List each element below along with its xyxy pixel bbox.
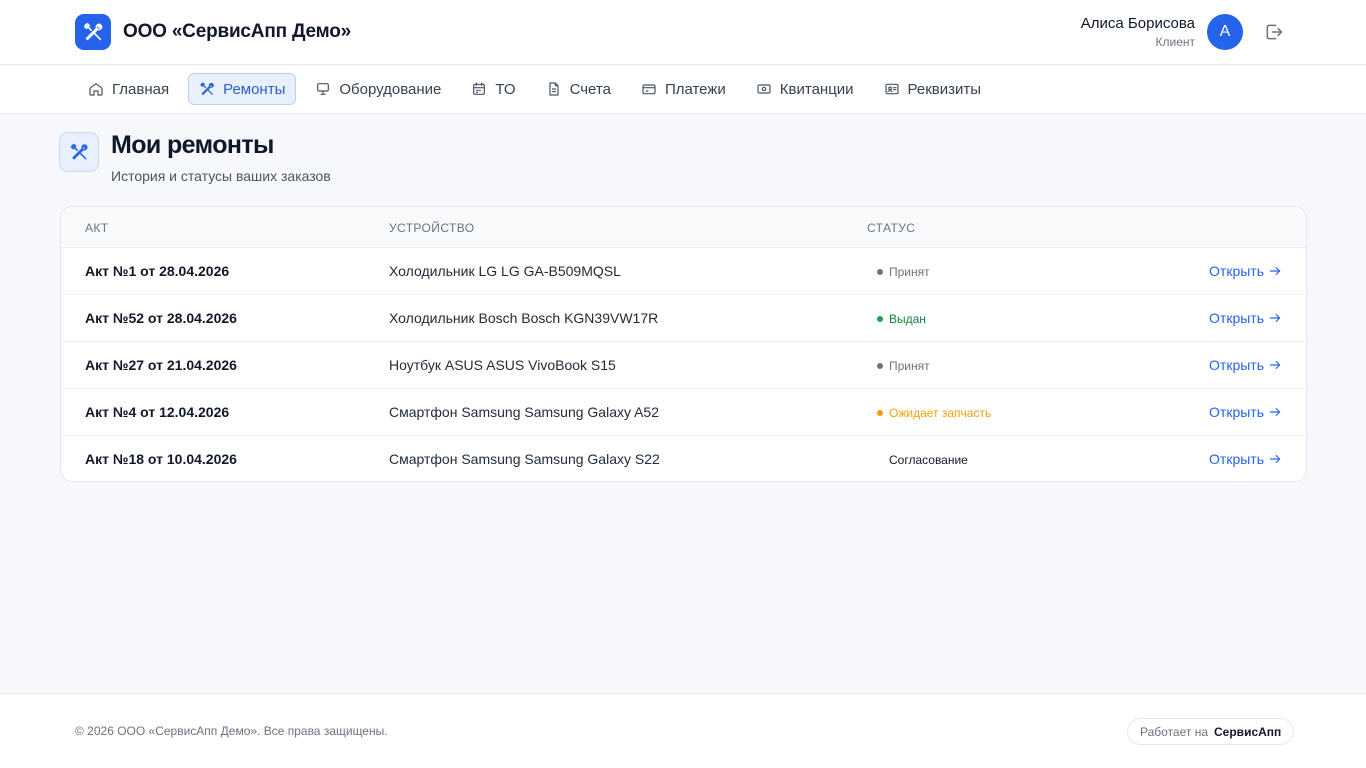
page-title: Мои ремонты [111,131,274,159]
table-row: Акт №52 от 28.04.2026 Холодильник Bosch B… [61,294,1306,341]
device-cell: Смартфон Samsung Samsung Galaxy S22 [389,451,660,467]
open-label: Открыть [1209,263,1264,279]
footer: © 2026 ООО «СервисАпп Демо». Все права з… [0,693,1366,768]
nav-item-maintenance[interactable]: ТО [460,73,526,105]
powered-label: Работает на [1140,724,1209,739]
credit-card-icon [642,84,656,95]
device-cell: Смартфон Samsung Samsung Galaxy A52 [389,404,660,420]
wrench-icon [59,132,99,172]
nav-item-label: Платежи [664,80,726,98]
column-header-device: УСТРОЙСТВО [389,221,475,235]
table-header: АКТ УСТРОЙСТВО СТАТУС [61,207,1306,247]
status-badge: Ожидает запчасть [877,406,991,420]
receipt-icon [757,84,771,94]
open-link[interactable]: Открыть [1209,404,1282,420]
nav-item-label: ТО [495,80,516,98]
status-dot [877,269,883,275]
arrow-right-icon [1269,360,1281,370]
column-header-act: АКТ [85,221,109,235]
status-dot [877,410,883,416]
device-cell: Холодильник Bosch Bosch KGN39VW17R [389,310,659,326]
page-subtitle: История и статусы ваших заказов [111,168,331,184]
top-header: ООО «СервисАпп Демо» Алиса Борисова Клие… [0,0,1366,65]
nav-item-label: Реквизиты [907,80,982,98]
nav-item-payments[interactable]: Платежи [630,73,737,105]
open-label: Открыть [1209,404,1264,420]
status-badge: Принят [877,359,930,373]
act-cell: Акт №4 от 12.04.2026 [85,404,230,420]
status-label: Принят [889,265,930,279]
nav-item-receipts[interactable]: Квитанции [745,73,865,105]
wrench-icon [200,82,214,95]
main-nav: Главная Ремонты Оборудование ТО Счета Пл… [0,65,1366,114]
status-label: Согласование [889,453,968,467]
user-role: Клиент [1155,35,1196,49]
open-link[interactable]: Открыть [1209,310,1282,326]
monitor-icon [317,83,330,95]
device-cell: Холодильник LG LG GA-B509MQSL [389,263,621,279]
open-link[interactable]: Открыть [1209,263,1282,279]
nav-item-home[interactable]: Главная [77,73,180,105]
nav-item-label: Квитанции [779,80,854,98]
avatar[interactable]: А [1207,14,1243,50]
open-link[interactable]: Открыть [1209,357,1282,373]
copyright: © 2026 ООО «СервисАпп Демо». Все права з… [75,724,388,738]
user-name: Алиса Борисова [1080,15,1195,32]
status-label: Выдан [889,312,926,326]
table-row: Акт №4 от 12.04.2026 Смартфон Samsung Sam… [61,388,1306,435]
column-header-status: СТАТУС [867,221,916,235]
arrow-right-icon [1269,407,1281,417]
document-icon [548,82,559,96]
open-label: Открыть [1209,357,1264,373]
status-badge: Согласование [877,453,968,467]
nav-item-label: Ремонты [223,80,286,98]
status-badge: Принят [877,265,930,279]
nav-item-label: Счета [569,80,611,98]
table-row: Акт №18 от 10.04.2026 Смартфон Samsung Sa… [61,435,1306,481]
act-cell: Акт №27 от 21.04.2026 [85,357,237,373]
device-cell: Ноутбук ASUS ASUS VivoBook S15 [389,357,616,373]
open-label: Открыть [1209,451,1264,467]
brand[interactable]: ООО «СервисАпп Демо» [75,14,351,50]
arrow-right-icon [1269,266,1281,276]
open-label: Открыть [1209,310,1264,326]
status-dot [877,316,883,322]
calendar-icon [473,82,486,95]
act-cell: Акт №1 от 28.04.2026 [85,263,230,279]
status-dot [877,363,883,369]
nav-item-equipment[interactable]: Оборудование [304,73,452,105]
status-badge: Выдан [877,312,926,326]
powered-by-badge[interactable]: Работает на СервисАпп [1127,718,1295,745]
repairs-table: АКТ УСТРОЙСТВО СТАТУС Акт №1 от 28.04.20… [60,206,1307,482]
act-cell: Акт №18 от 10.04.2026 [85,451,237,467]
table-row: Акт №27 от 21.04.2026 Ноутбук ASUS ASUS V… [61,341,1306,388]
status-label: Ожидает запчасть [889,406,992,420]
powered-brand: СервисАпп [1214,724,1282,739]
table-row: Акт №1 от 28.04.2026 Холодильник LG LG GA… [61,247,1306,294]
act-cell: Акт №52 от 28.04.2026 [85,310,237,326]
nav-item-label: Оборудование [339,80,442,98]
status-dot [877,457,883,463]
user-info: Алиса Борисова Клиент [1081,15,1195,50]
wrench-icon [75,14,111,50]
nav-item-label: Главная [112,80,170,98]
arrow-right-icon [1269,454,1281,464]
open-link[interactable]: Открыть [1209,451,1282,467]
id-card-icon [884,83,899,95]
nav-item-requisites[interactable]: Реквизиты [873,73,993,105]
arrow-right-icon [1269,313,1281,323]
nav-item-repairs[interactable]: Ремонты [188,73,297,105]
status-label: Принят [889,359,930,373]
company-name: ООО «СервисАпп Демо» [123,21,352,42]
nav-item-invoices[interactable]: Счета [535,73,622,105]
logout-icon[interactable] [1264,22,1284,42]
home-icon [89,83,103,96]
